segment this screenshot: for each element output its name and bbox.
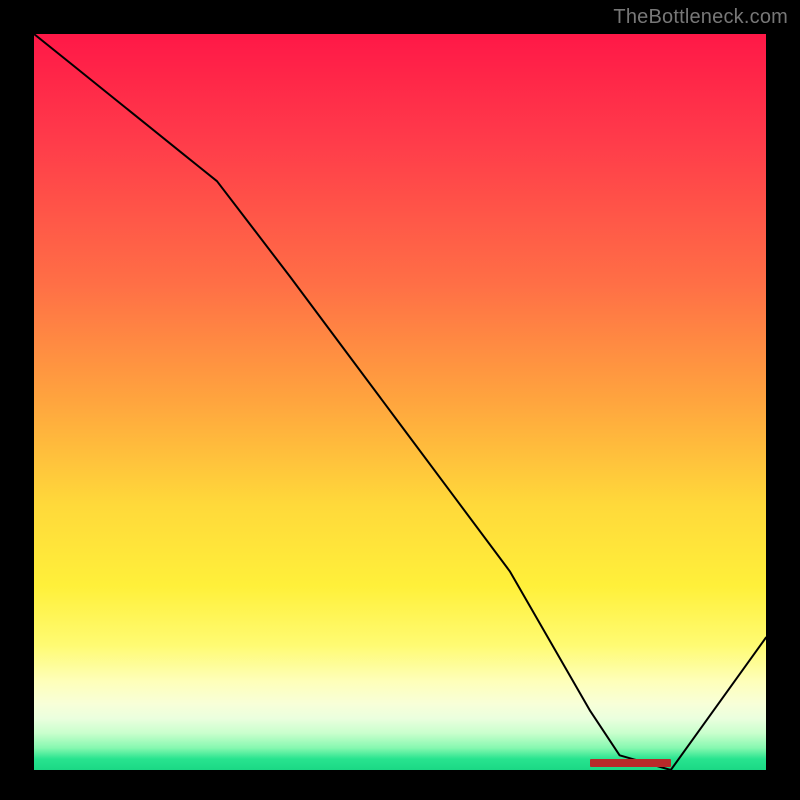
bottleneck-curve [34,34,766,770]
curve-layer [34,34,766,770]
valley-marker [590,759,671,767]
plot-area [34,34,766,770]
chart-frame: TheBottleneck.com [0,0,800,800]
attribution-label: TheBottleneck.com [613,6,788,29]
